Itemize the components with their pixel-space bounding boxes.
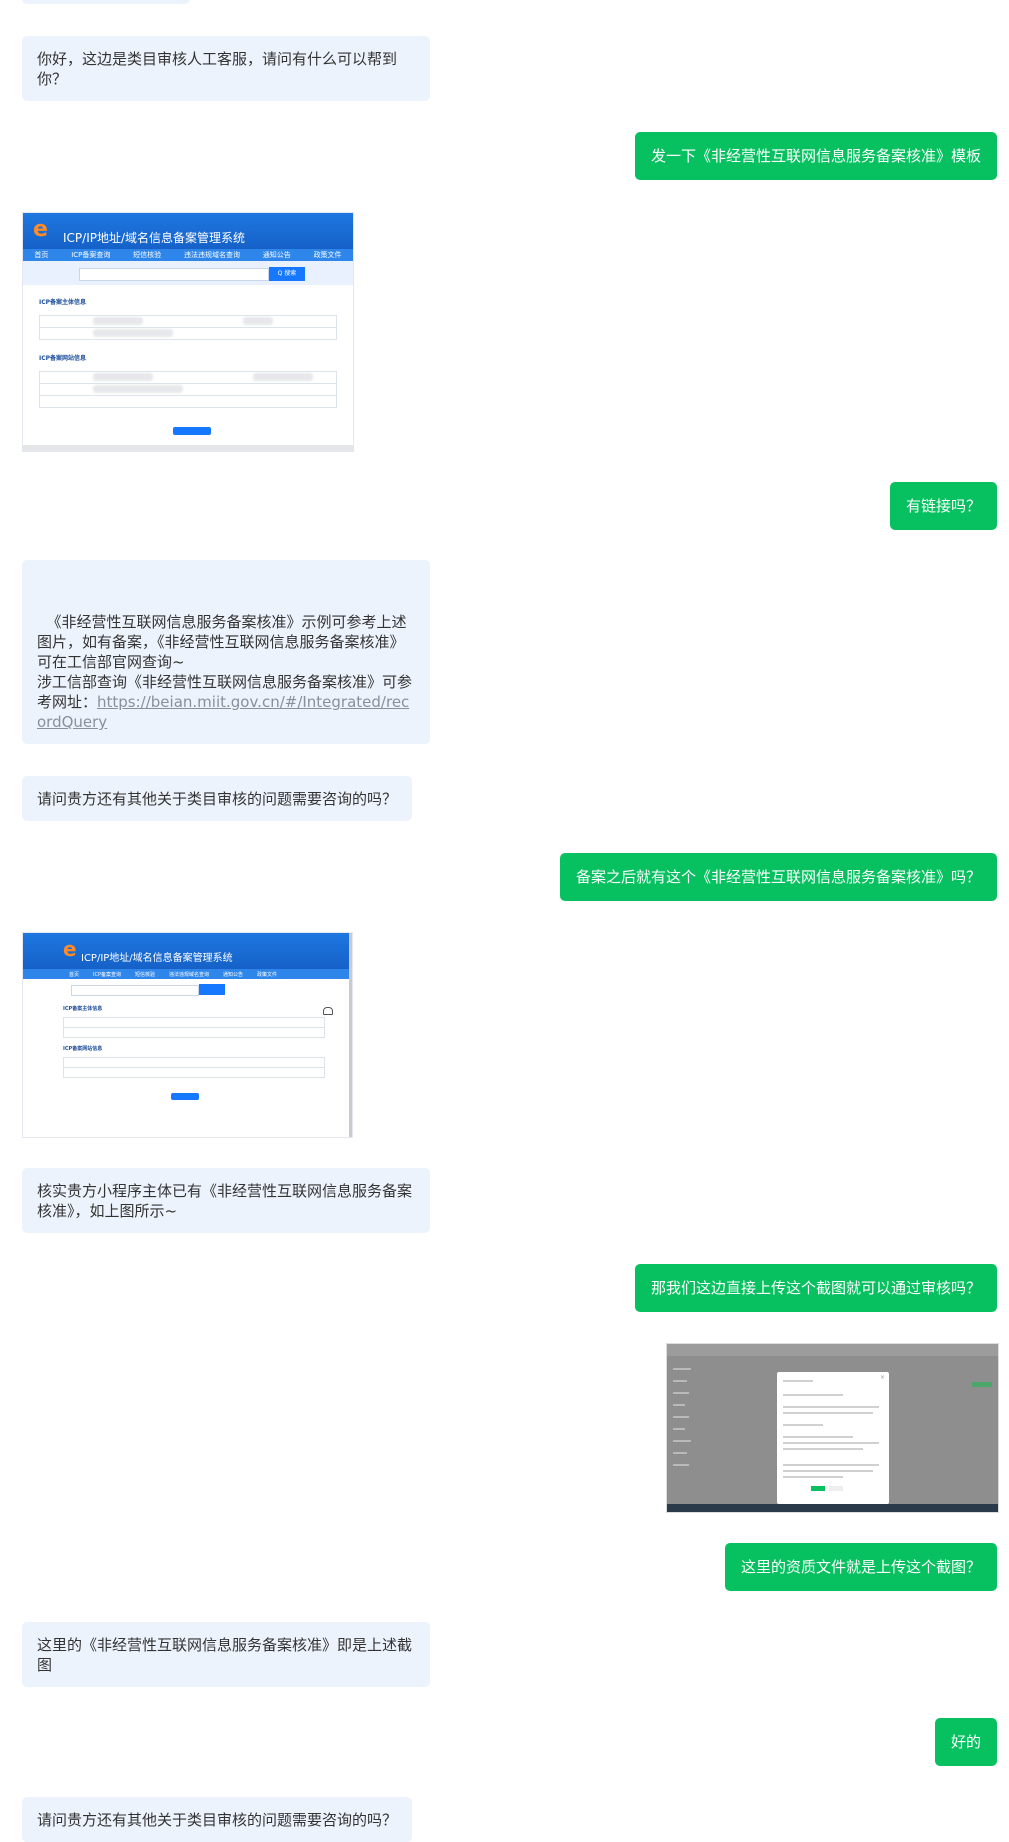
agent-message-verified: 核实贵方小程序主体已有《非经营性互联网信息服务备案核准》，如上图所示~ [22, 1168, 430, 1233]
wechat-admin-screenshot[interactable]: × [666, 1343, 999, 1513]
agent-message-followup: 请问贵方还有其他关于类目审核的问题需要咨询的吗？ [22, 776, 412, 821]
miit-nav: 首页 ICP备案查询 短信核验 违法违规域名查询 通知公告 政策文件 [23, 969, 352, 979]
miit-search-button[interactable] [199, 984, 225, 995]
nav-item[interactable]: 首页 [69, 971, 79, 978]
message-text: 这里的资质文件就是上传这个截图？ [740, 1558, 981, 1576]
detail-button[interactable] [171, 1093, 199, 1100]
previous-message-edge [22, 0, 190, 4]
message-text: 备案之后就有这个《非经营性互联网信息服务备案核准》吗？ [575, 868, 981, 886]
nav-item[interactable]: 短信核验 [135, 971, 155, 978]
user-message-link: 有链接吗？ [889, 482, 997, 530]
agent-message-greeting: 你好，这边是类目审核人工客服，请问有什么可以帮到你？ [22, 36, 430, 101]
nav-item[interactable]: ICP备案查询 [71, 250, 110, 260]
nav-item[interactable]: 短信核验 [133, 250, 161, 260]
miit-logo-icon: e [33, 217, 48, 242]
system-name: ICP/IP地址/域名信息备案管理系统 [81, 953, 233, 964]
message-text: 请问贵方还有其他关于类目审核的问题需要咨询的吗？ [37, 790, 398, 808]
message-text: 请问贵方还有其他关于类目审核的问题需要咨询的吗？ [37, 1811, 398, 1829]
section-website-info: ICP备案网站信息 [63, 1046, 103, 1052]
user-message-ok: 好的 [934, 1718, 997, 1766]
system-name: ICP/IP地址/域名信息备案管理系统 [63, 231, 246, 245]
miit-search-input[interactable] [71, 985, 199, 996]
message-text: 有链接吗？ [905, 497, 981, 515]
miit-screenshot-2[interactable]: e ICP/IP地址/域名信息备案管理系统 首页 ICP备案查询 短信核验 违法… [22, 932, 353, 1138]
agent-message-confirm: 这里的《非经营性互联网信息服务备案核准》即是上述截图 [22, 1622, 430, 1687]
phone-icon [323, 1007, 333, 1015]
detail-button[interactable] [173, 427, 211, 435]
nav-item[interactable]: 政策文件 [257, 971, 277, 978]
agent-message-link: 《非经营性互联网信息服务备案核准》示例可参考上述图片，如有备案，《非经营性互联网… [22, 560, 430, 744]
message-text: 那我们这边直接上传这个截图就可以通过审核吗？ [650, 1279, 981, 1297]
nav-item[interactable]: 通知公告 [263, 250, 291, 260]
miit-search-input[interactable] [79, 268, 269, 281]
user-message-after-filing: 备案之后就有这个《非经营性互联网信息服务备案核准》吗？ [559, 853, 997, 901]
miit-nav: 首页 ICP备案查询 短信核验 违法违规域名查询 通知公告 政策文件 [23, 249, 353, 261]
nav-item[interactable]: 首页 [34, 250, 48, 260]
agent-message-followup-2: 请问贵方还有其他关于类目审核的问题需要咨询的吗？ [22, 1797, 412, 1842]
user-message-template: 发一下《非经营性互联网信息服务备案核准》模板 [634, 132, 997, 180]
message-text: 好的 [950, 1733, 981, 1751]
nav-item[interactable]: ICP备案查询 [93, 971, 121, 978]
message-text: 核实贵方小程序主体已有《非经营性互联网信息服务备案核准》，如上图所示~ [37, 1182, 413, 1220]
nav-item[interactable]: 政策文件 [314, 250, 342, 260]
close-icon[interactable]: × [880, 1374, 885, 1381]
cancel-button[interactable] [829, 1486, 843, 1491]
user-message-upload: 那我们这边直接上传这个截图就可以通过审核吗？ [634, 1264, 997, 1312]
nav-item[interactable]: 通知公告 [223, 971, 243, 978]
miit-logo-icon: e [63, 937, 77, 961]
miit-search-button[interactable]: Q 搜索 [269, 267, 305, 281]
nav-item[interactable]: 违法违规域名查询 [184, 250, 240, 260]
message-text: 你好，这边是类目审核人工客服，请问有什么可以帮到你？ [37, 50, 398, 88]
message-text: 发一下《非经营性互联网信息服务备案核准》模板 [650, 147, 981, 165]
qualification-modal[interactable]: × [777, 1372, 889, 1504]
message-text: 这里的《非经营性互联网信息服务备案核准》即是上述截图 [37, 1636, 413, 1674]
taskbar [667, 1504, 998, 1512]
nav-item[interactable]: 违法违规域名查询 [169, 971, 209, 978]
confirm-button[interactable] [811, 1486, 825, 1491]
section-subject-info: ICP备案主体信息 [63, 1006, 103, 1012]
section-subject-info: ICP备案主体信息 [39, 299, 87, 306]
section-website-info: ICP备案网站信息 [39, 355, 87, 362]
miit-screenshot-1[interactable]: e ICP/IP地址/域名信息备案管理系统 首页 ICP备案查询 短信核验 违法… [22, 212, 354, 452]
user-message-qualification: 这里的资质文件就是上传这个截图？ [724, 1543, 997, 1591]
